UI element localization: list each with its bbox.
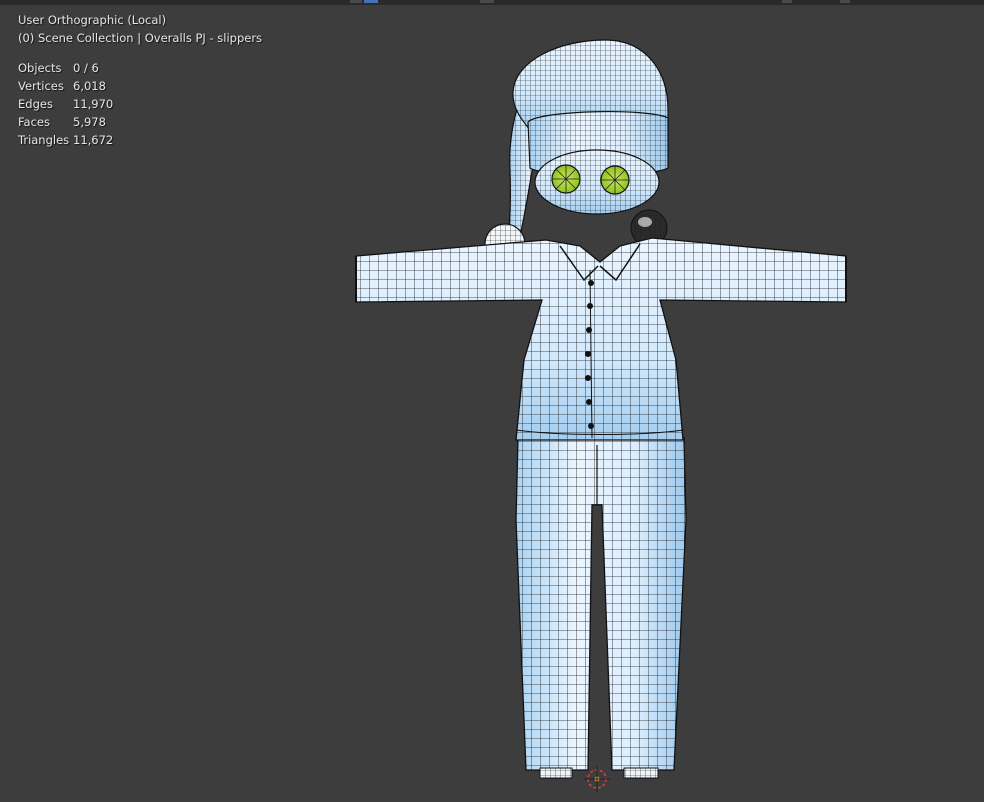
- stat-label: Vertices: [18, 79, 64, 93]
- view-name-label: User Orthographic (Local): [18, 13, 167, 27]
- stat-value: 0 / 6: [73, 61, 99, 75]
- stat-label: Faces: [18, 115, 50, 129]
- stat-label: Objects: [18, 61, 62, 75]
- left-eye: [551, 164, 581, 194]
- stat-value: 11,672: [73, 133, 114, 147]
- pajama-pants: [515, 437, 687, 779]
- stat-label: Triangles: [18, 133, 70, 147]
- nightcap: [512, 39, 669, 215]
- stat-value: 5,978: [73, 115, 106, 129]
- pajama-shirt: [355, 237, 847, 441]
- right-eye: [600, 165, 630, 195]
- pajama-model[interactable]: [0, 0, 984, 802]
- stat-value: 6,018: [73, 79, 106, 93]
- stat-label: Edges: [18, 97, 53, 111]
- stat-value: 11,970: [73, 97, 114, 111]
- collection-label: (0) Scene Collection | Overalls PJ - sli…: [18, 31, 263, 45]
- 3d-viewport[interactable]: User Orthographic (Local) (0) Scene Coll…: [0, 0, 984, 802]
